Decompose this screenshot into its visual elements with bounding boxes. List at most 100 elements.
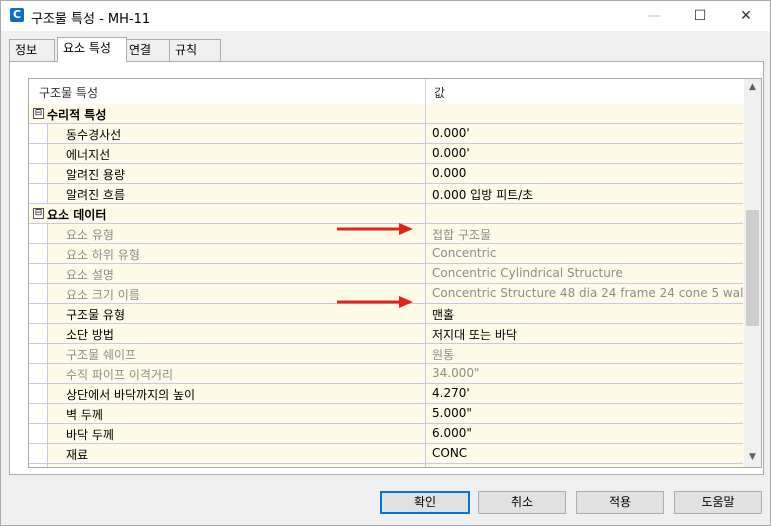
property-name-cell[interactable]: 요소 설명 xyxy=(47,264,426,283)
property-name-cell[interactable]: 알려진 용량 xyxy=(47,164,426,183)
ok-button[interactable]: 확인 xyxy=(380,491,470,514)
property-name-cell[interactable]: 바닥 두께 xyxy=(47,424,426,443)
property-value-cell[interactable]: 0.000 입방 피트/초 xyxy=(425,184,744,203)
property-name-cell[interactable]: 에너지선 xyxy=(47,144,426,163)
property-row[interactable]: 소단 방법 저지대 또는 바닥 xyxy=(29,324,744,344)
property-value-cell[interactable]: 0.000 xyxy=(425,164,744,183)
vertical-scrollbar[interactable]: ▲ ▼ xyxy=(744,79,761,467)
property-name: 요소 데이터 xyxy=(47,208,107,222)
property-value-cell[interactable]: 6.000" xyxy=(425,424,744,443)
property-value-cell[interactable]: 저지대 또는 바닥 xyxy=(425,324,744,343)
property-row[interactable]: 알려진 용량 0.000 xyxy=(29,164,744,184)
window-title: 구조물 특성 - MH-11 xyxy=(31,12,151,27)
property-value-cell[interactable]: Concentric xyxy=(425,244,744,263)
property-value: CONC xyxy=(432,446,468,460)
property-value-cell[interactable]: CONC xyxy=(425,444,744,463)
property-value: Concentric xyxy=(432,246,497,260)
property-name-cell[interactable]: 소단 방법 xyxy=(47,324,426,343)
maximize-button[interactable]: ☐ xyxy=(677,1,723,31)
header-value[interactable]: 값 xyxy=(434,84,445,101)
row-gutter xyxy=(29,404,47,423)
row-gutter xyxy=(29,184,47,203)
property-value-cell[interactable]: 0.000' xyxy=(425,144,744,163)
property-value-cell[interactable]: 5.000" xyxy=(425,404,744,423)
property-row[interactable]: 구조물 쉐이프 원통 xyxy=(29,344,744,364)
tab-info[interactable]: 정보 xyxy=(9,39,55,61)
minimize-button[interactable]: — xyxy=(631,1,677,31)
collapse-toggle-icon[interactable]: ⊟ xyxy=(33,108,44,119)
property-name-cell[interactable]: 재료 xyxy=(47,444,426,463)
property-name-cell[interactable]: 수직 파이프 이격거리 xyxy=(47,364,426,383)
property-value-cell[interactable] xyxy=(425,104,744,123)
cancel-button[interactable]: 취소 xyxy=(478,491,566,514)
header-divider[interactable] xyxy=(425,79,426,104)
property-name: 수리적 특성 xyxy=(47,108,107,122)
property-name: 알려진 흐름 xyxy=(66,188,126,202)
row-gutter xyxy=(29,364,47,383)
property-name: 소단 방법 xyxy=(66,328,114,342)
property-value: 34.000" xyxy=(432,366,480,380)
property-value-cell[interactable]: Standard xyxy=(425,464,744,467)
row-gutter xyxy=(29,344,47,363)
property-value-cell[interactable]: 맨홀 xyxy=(425,304,744,323)
property-name-cell[interactable]: 프레임 xyxy=(47,464,426,467)
property-row[interactable]: 재료 CONC xyxy=(29,444,744,464)
scroll-up-arrow-icon[interactable]: ▲ xyxy=(744,79,761,96)
property-name-cell[interactable]: 구조물 쉐이프 xyxy=(47,344,426,363)
arrow-head xyxy=(399,296,413,308)
property-row[interactable]: 수직 파이프 이격거리 34.000" xyxy=(29,364,744,384)
property-value-cell[interactable] xyxy=(425,204,744,223)
apply-button[interactable]: 적용 xyxy=(576,491,664,514)
scroll-thumb[interactable] xyxy=(746,210,759,326)
property-value-cell[interactable]: 원통 xyxy=(425,344,744,363)
property-name-cell[interactable]: 동수경사선 xyxy=(47,124,426,143)
scroll-down-arrow-icon[interactable]: ▼ xyxy=(744,449,761,466)
category-row[interactable]: ⊟ 수리적 특성 xyxy=(29,104,744,124)
tab-rules[interactable]: 규칙 xyxy=(169,39,221,61)
property-row[interactable]: 에너지선 0.000' xyxy=(29,144,744,164)
header-name[interactable]: 구조물 특성 xyxy=(39,84,98,101)
grid-rows: ⊟ 수리적 특성 동수경사선 0.000' 에너지선 0.000' 알려진 용량 0.000 알… xyxy=(29,104,744,467)
property-value-cell[interactable]: 34.000" xyxy=(425,364,744,383)
tab-panel: 구조물 특성 값 ⊟ 수리적 특성 동수경사선 0.000' 에너지선 0.000' 알려진… xyxy=(9,61,764,475)
property-value: 0.000' xyxy=(432,146,470,160)
property-row[interactable]: 알려진 흐름 0.000 입방 피트/초 xyxy=(29,184,744,204)
property-name-cell[interactable]: 요소 하위 유형 xyxy=(47,244,426,263)
property-value: 맨홀 xyxy=(432,308,455,322)
property-value: 5.000" xyxy=(432,406,472,420)
property-row[interactable]: 동수경사선 0.000' xyxy=(29,124,744,144)
property-value-cell[interactable]: Concentric Structure 48 dia 24 frame 24 … xyxy=(425,284,744,303)
property-name-cell[interactable]: 상단에서 바닥까지의 높이 xyxy=(47,384,426,403)
row-gutter xyxy=(29,244,47,263)
property-row[interactable]: 벽 두께 5.000" xyxy=(29,404,744,424)
property-name: 에너지선 xyxy=(66,148,111,162)
property-name: 요소 유형 xyxy=(66,228,114,242)
property-name-cell[interactable]: 알려진 흐름 xyxy=(47,184,426,203)
arrow-head xyxy=(399,223,413,235)
property-name: 동수경사선 xyxy=(66,128,122,142)
help-button[interactable]: 도움말 xyxy=(674,491,762,514)
property-row[interactable]: 바닥 두께 6.000" xyxy=(29,424,744,444)
property-name-cell[interactable]: 벽 두께 xyxy=(47,404,426,423)
close-button[interactable]: ✕ xyxy=(723,1,769,31)
row-gutter xyxy=(29,224,47,243)
tab-connections[interactable]: 연결 xyxy=(123,39,173,61)
property-name: 요소 하위 유형 xyxy=(66,248,140,262)
property-name-cell[interactable]: 수리적 특성 xyxy=(29,104,425,123)
collapse-toggle-icon[interactable]: ⊟ xyxy=(33,208,44,219)
property-row[interactable]: 요소 하위 유형 Concentric xyxy=(29,244,744,264)
property-row[interactable]: 상단에서 바닥까지의 높이 4.270' xyxy=(29,384,744,404)
row-gutter xyxy=(29,464,47,467)
property-value-cell[interactable]: 0.000' xyxy=(425,124,744,143)
property-row[interactable]: 프레임 Standard xyxy=(29,464,744,467)
property-row[interactable]: 요소 설명 Concentric Cylindrical Structure xyxy=(29,264,744,284)
property-value-cell[interactable]: 4.270' xyxy=(425,384,744,403)
property-value: 0.000 입방 피트/초 xyxy=(432,188,534,202)
row-gutter xyxy=(29,424,47,443)
property-value-cell[interactable]: Concentric Cylindrical Structure xyxy=(425,264,744,283)
property-value-cell[interactable]: 접합 구조물 xyxy=(425,224,744,243)
property-name: 벽 두께 xyxy=(66,408,103,422)
property-value: 0.000 xyxy=(432,166,467,180)
tab-element-properties[interactable]: 요소 특성 xyxy=(57,37,127,62)
property-name: 수직 파이프 이격거리 xyxy=(66,368,173,382)
